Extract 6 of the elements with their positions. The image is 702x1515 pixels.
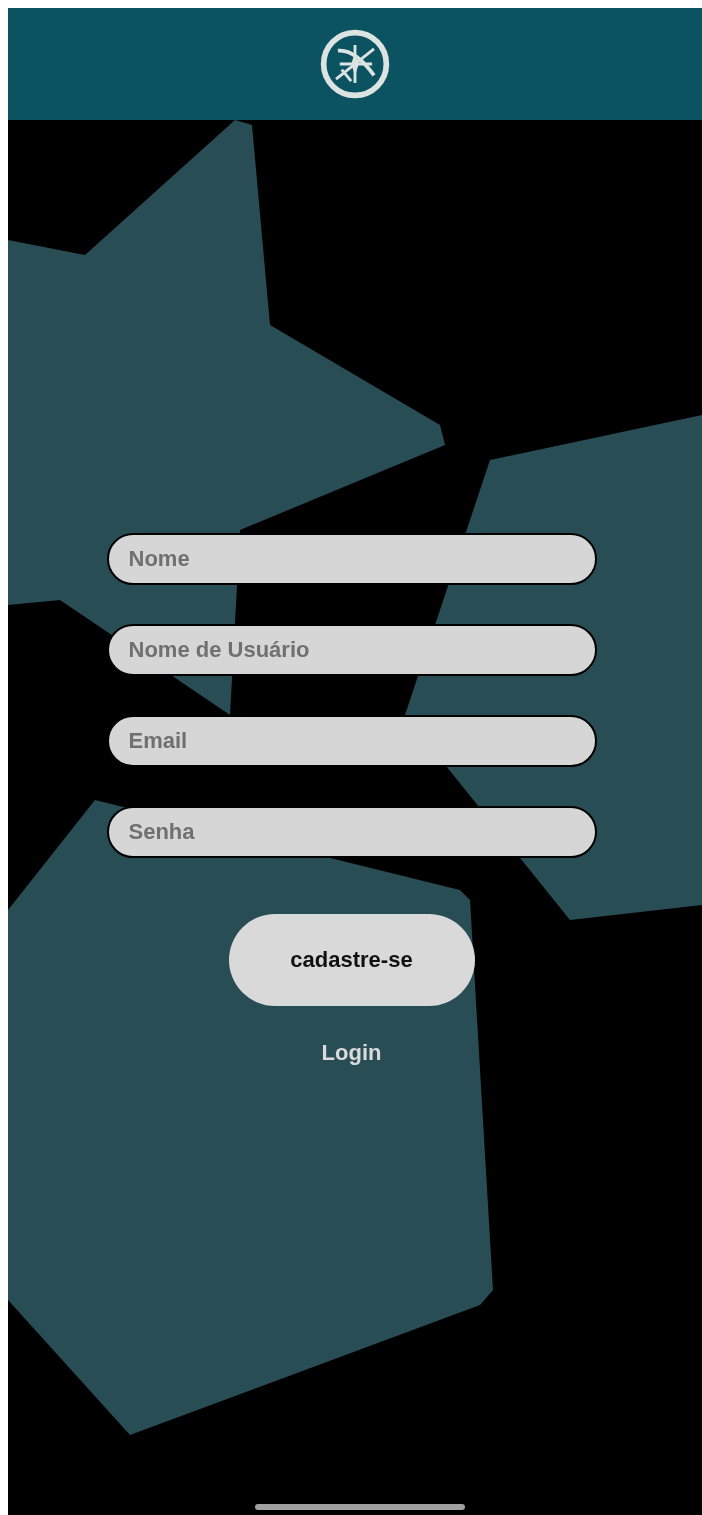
input-field[interactable]: Nome de Usuário [106,624,597,676]
login-link[interactable]: Login [321,1040,382,1066]
signup-button[interactable]: cadastre-se [228,914,475,1006]
input-field[interactable]: Senha [106,806,597,858]
input-field[interactable]: Email [106,715,597,767]
input-field[interactable]: Nome [106,533,597,585]
